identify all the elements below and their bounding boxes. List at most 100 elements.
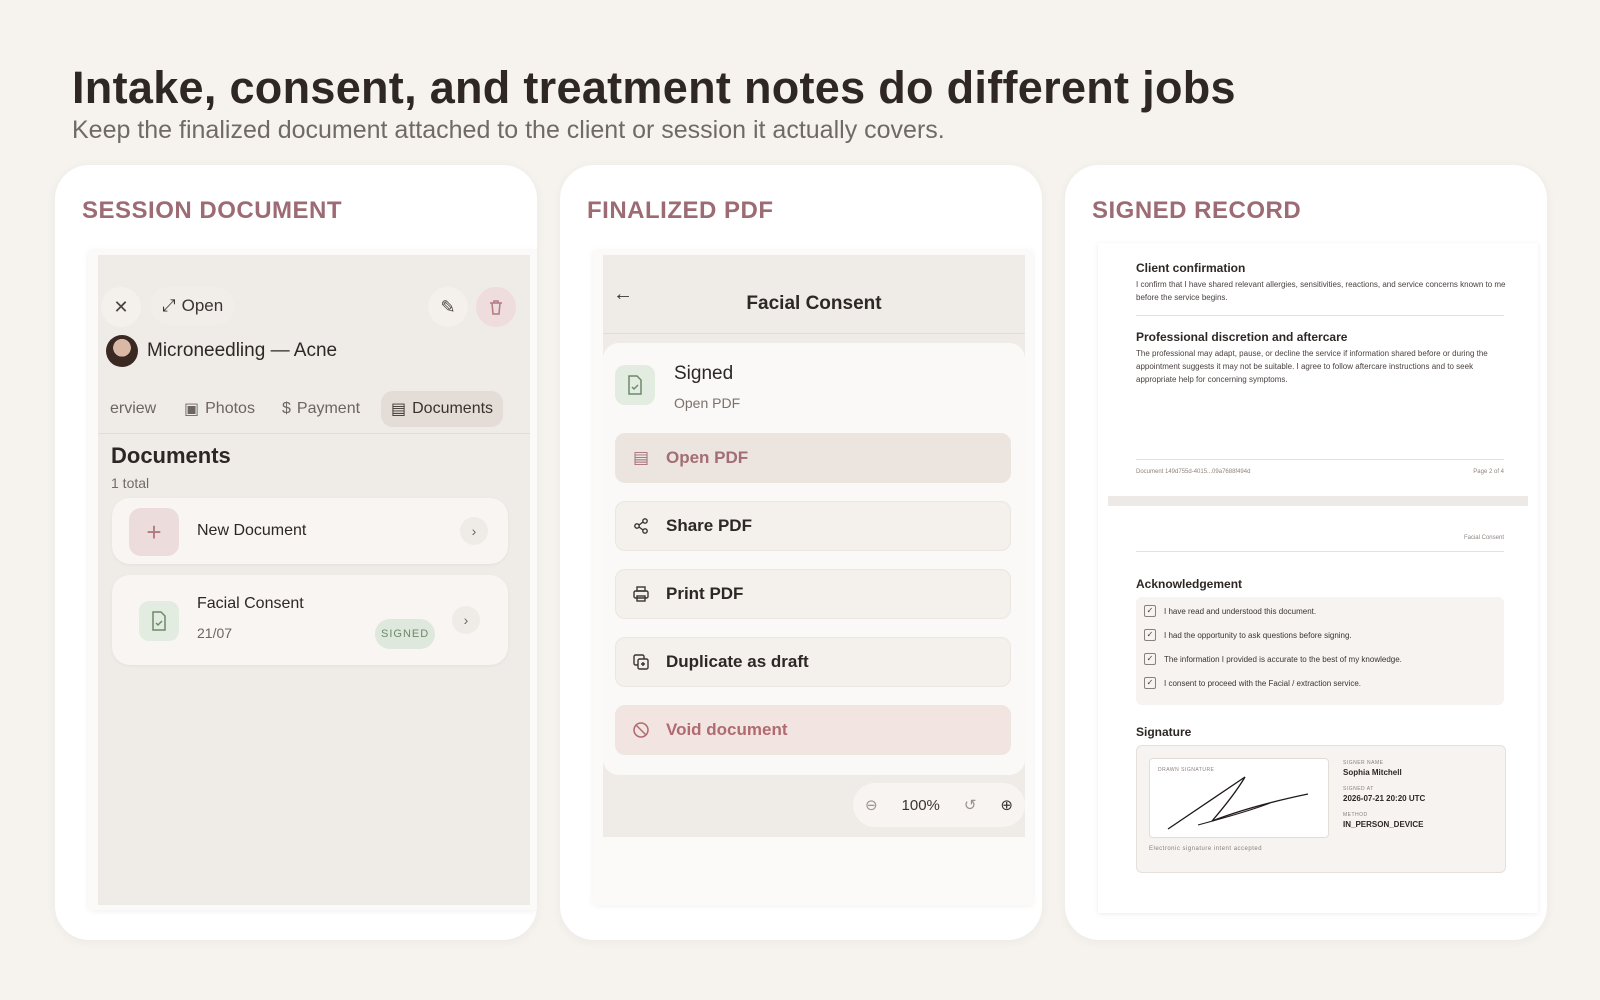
- duplicate-icon: [630, 651, 652, 673]
- zoom-in-icon[interactable]: ⊕: [1000, 796, 1013, 814]
- document-id-footer: Document 149d755d-4015...09a7688f494d: [1136, 469, 1251, 475]
- tab-label: Payment: [296, 400, 361, 417]
- tab-documents[interactable]: ▤ Documents: [381, 391, 504, 427]
- expand-icon: ⤢: [162, 296, 176, 315]
- client-confirmation-text: I confirm that I have shared relevant al…: [1136, 280, 1506, 302]
- chevron-right-icon: ›: [460, 517, 488, 545]
- delete-button[interactable]: [476, 287, 516, 327]
- zoom-out-icon[interactable]: ⊖: [865, 796, 878, 814]
- signature-intent-note: Electronic signature intent accepted: [1149, 846, 1263, 852]
- open-button[interactable]: ⤢ Open: [150, 287, 236, 325]
- method-label: METHOD: [1343, 812, 1368, 818]
- acknowledgement-text: The information I provided is accurate t…: [1164, 654, 1402, 664]
- acknowledgement-heading: Acknowledgement: [1136, 577, 1243, 591]
- image-icon: ▣: [184, 401, 200, 418]
- signed-record-panel: SIGNED RECORD Client confirmation I conf…: [1065, 165, 1547, 940]
- share-icon: [630, 515, 652, 537]
- print-pdf-button[interactable]: Print PDF: [615, 569, 1011, 619]
- signer-name-label: SIGNER NAME: [1343, 760, 1384, 766]
- screenshot-frame: ✕ ⤢ Open ✎ Microneedling — Acne erview ▣…: [88, 250, 537, 910]
- acknowledgement-text: I have read and understood this document…: [1164, 606, 1317, 616]
- tab-label: Photos: [205, 400, 255, 417]
- tab-label: erview: [110, 400, 157, 417]
- zoom-level: 100%: [901, 796, 940, 814]
- document-title: Facial Consent: [197, 595, 304, 612]
- divider: [1136, 551, 1504, 552]
- document-icon: ▤: [632, 448, 650, 467]
- signature-block: DRAWN SIGNATURE SIGNER NAME Sophia Mitch…: [1136, 745, 1506, 873]
- signed-at: 2026-07-21 20:20 UTC: [1343, 794, 1426, 803]
- acknowledgement-text: I had the opportunity to ask questions b…: [1164, 630, 1352, 640]
- edit-button[interactable]: ✎: [428, 287, 468, 327]
- chevron-right-icon: ›: [452, 606, 480, 634]
- signature-method: IN_PERSON_DEVICE: [1343, 820, 1424, 829]
- page-header-title: Facial Consent: [1463, 535, 1504, 541]
- tab-photos[interactable]: ▣ Photos: [178, 391, 261, 427]
- action-label: Open PDF: [666, 448, 749, 467]
- acknowledgement-item: ✓ The information I provided is accurate…: [1144, 653, 1402, 665]
- pdf-title: Facial Consent: [746, 293, 882, 314]
- document-list-item[interactable]: Facial Consent 21/07 SIGNED ›: [112, 575, 508, 665]
- action-label: Duplicate as draft: [666, 652, 809, 671]
- new-document-card[interactable]: + New Document ›: [112, 498, 508, 564]
- acknowledgement-item: ✓ I have read and understood this docume…: [1144, 605, 1316, 617]
- acknowledgement-text: I consent to proceed with the Facial / e…: [1164, 678, 1361, 688]
- status-title: Signed: [674, 363, 734, 384]
- acknowledgement-item: ✓ I had the opportunity to ask questions…: [1144, 629, 1352, 641]
- share-pdf-button[interactable]: Share PDF: [615, 501, 1011, 551]
- screenshot-frame: ← Facial Consent Signed Open PDF ▤ Open …: [593, 250, 1033, 905]
- actions-sheet: Signed Open PDF ▤ Open PDF Share PDF Pri…: [603, 343, 1025, 775]
- document-icon: ▤: [391, 401, 407, 418]
- page-break: [1108, 496, 1528, 506]
- plus-icon: +: [129, 508, 179, 556]
- signed-document-icon: [139, 601, 179, 641]
- acknowledgement-list: ✓ I have read and understood this docume…: [1136, 597, 1504, 705]
- finalized-pdf-panel: FINALIZED PDF ← Facial Consent Signed Op…: [560, 165, 1042, 940]
- tab-label: Documents: [412, 400, 494, 417]
- panel-label: SIGNED RECORD: [1092, 197, 1302, 224]
- pdf-screen: ← Facial Consent Signed Open PDF ▤ Open …: [603, 255, 1025, 837]
- checkbox-checked-icon: ✓: [1144, 629, 1156, 641]
- panel-label: SESSION DOCUMENT: [82, 197, 343, 224]
- tab-payment[interactable]: $ Payment: [276, 391, 366, 427]
- session-document-panel: SESSION DOCUMENT ✕ ⤢ Open ✎ Microneedlin…: [55, 165, 537, 940]
- edit-icon: ✎: [440, 296, 456, 317]
- action-label: Void document: [666, 720, 788, 739]
- client-confirmation-heading: Client confirmation: [1136, 261, 1246, 275]
- divider: [1136, 315, 1504, 316]
- document-date: 21/07: [197, 625, 233, 641]
- open-label: Open: [181, 296, 224, 315]
- printer-icon: [630, 583, 652, 605]
- signature-stroke: [1167, 776, 1309, 830]
- close-icon: ✕: [113, 296, 129, 317]
- session-tabs: erview ▣ Photos $ Payment ▤ Documents: [98, 385, 530, 434]
- dollar-icon: $: [282, 400, 291, 417]
- action-label: Share PDF: [666, 516, 752, 535]
- reset-zoom-icon[interactable]: ↺: [964, 796, 977, 814]
- signature-heading: Signature: [1136, 725, 1192, 739]
- status-badge: SIGNED: [375, 619, 436, 649]
- professional-discretion-text: The professional may adapt, pause, or de…: [1136, 349, 1488, 384]
- checkbox-checked-icon: ✓: [1144, 677, 1156, 689]
- documents-heading: Documents: [111, 443, 231, 468]
- divider: [1136, 459, 1504, 460]
- acknowledgement-item: ✓ I consent to proceed with the Facial /…: [1144, 677, 1361, 689]
- status-subtitle: Open PDF: [674, 395, 741, 411]
- page-title: Intake, consent, and treatment notes do …: [72, 62, 1236, 113]
- zoom-controls: ⊖ 100% ↺ ⊕: [853, 783, 1025, 827]
- pdf-header: ← Facial Consent: [603, 255, 1025, 334]
- drawn-signature: DRAWN SIGNATURE: [1149, 758, 1329, 838]
- avatar: [106, 335, 138, 367]
- void-document-button[interactable]: Void document: [615, 705, 1011, 755]
- duplicate-draft-button[interactable]: Duplicate as draft: [615, 637, 1011, 687]
- checkbox-checked-icon: ✓: [1144, 653, 1156, 665]
- session-title-row: Microneedling — Acne: [106, 335, 337, 367]
- trash-icon: [490, 300, 502, 315]
- ban-icon: [630, 719, 652, 741]
- session-toolbar: ✕ ⤢ Open ✎: [98, 285, 530, 329]
- open-pdf-button[interactable]: ▤ Open PDF: [615, 433, 1011, 483]
- close-button[interactable]: ✕: [101, 287, 141, 327]
- tab-overview[interactable]: erview: [104, 391, 162, 427]
- session-screen: ✕ ⤢ Open ✎ Microneedling — Acne erview ▣…: [98, 255, 530, 905]
- signed-document-icon: [615, 365, 655, 405]
